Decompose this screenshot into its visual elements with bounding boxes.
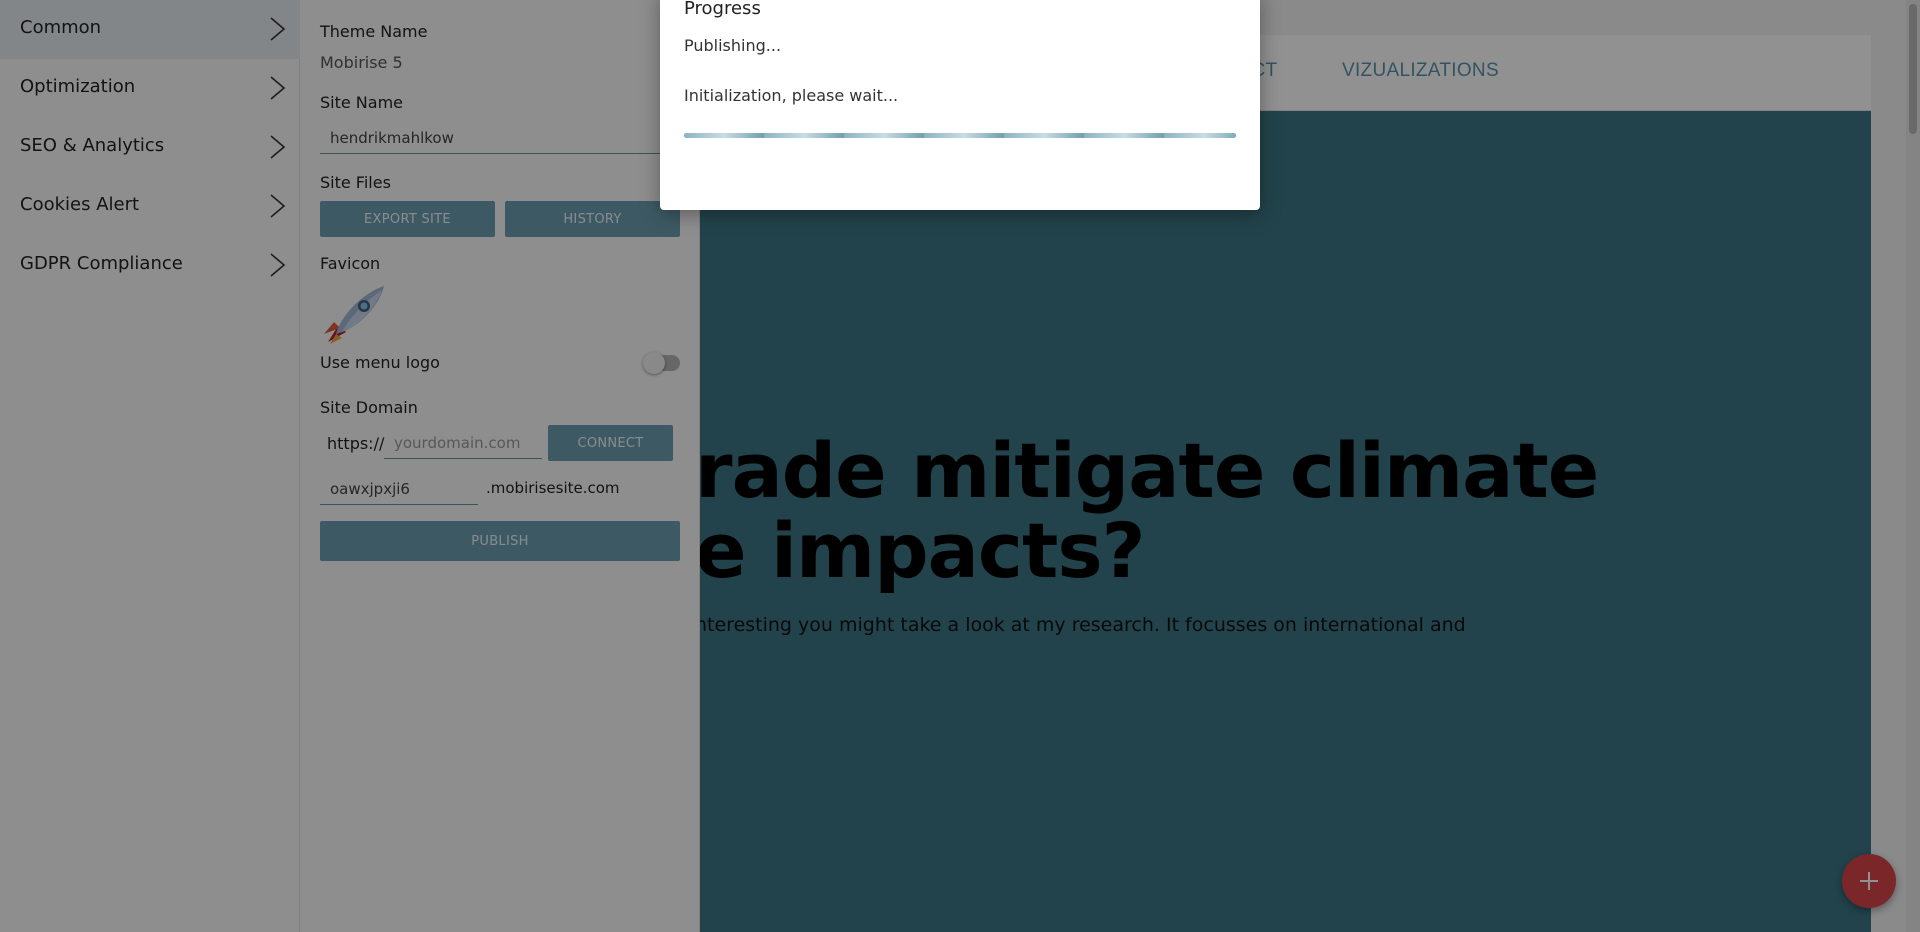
progress-bar-fill [684,133,1236,138]
publishing-status: Publishing... [684,36,782,55]
dialog-title: Progress [684,0,761,19]
progress-detail: Initialization, please wait... [684,86,899,105]
progress-bar [684,133,1236,138]
progress-dialog: Progress Publishing... Initialization, p… [660,0,1260,210]
